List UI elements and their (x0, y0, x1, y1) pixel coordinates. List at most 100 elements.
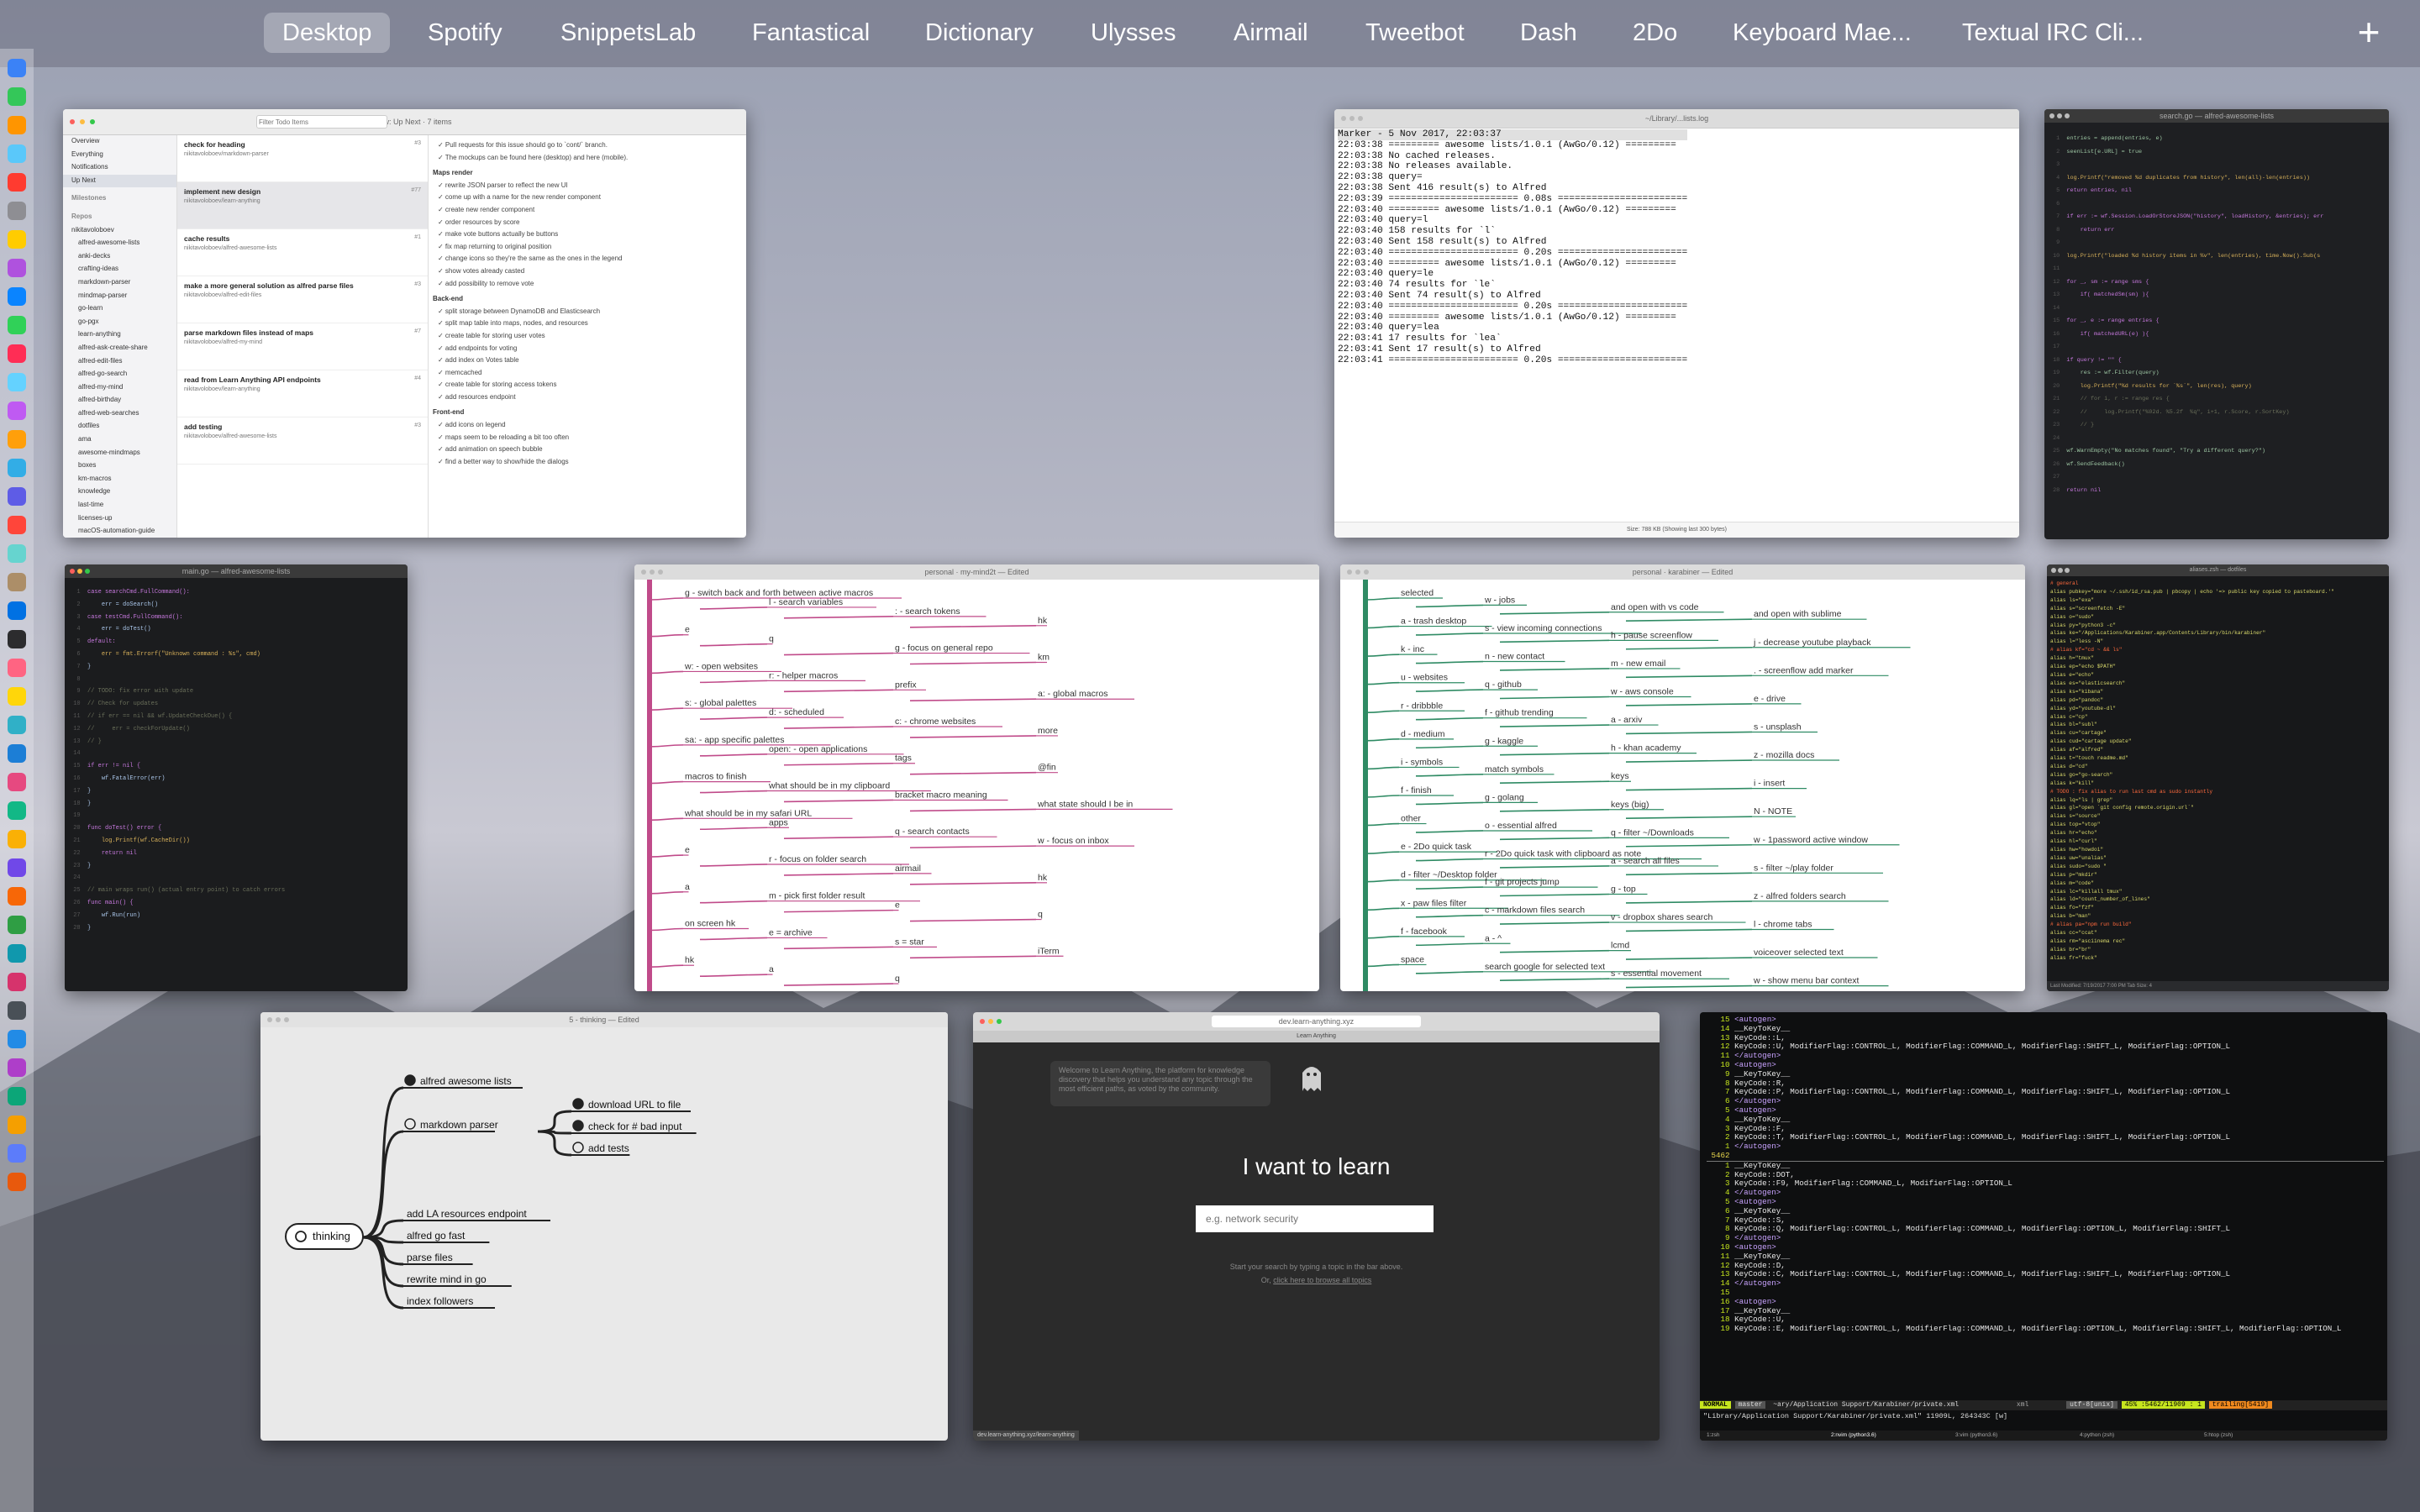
mindmap-node[interactable]: d: - scheduled (769, 707, 824, 717)
mindmap-node[interactable]: g - golang (1485, 792, 1524, 802)
mindmap-node[interactable]: a: - global macros (1038, 689, 1107, 699)
mindmap-node[interactable]: a - search all files (1611, 856, 1680, 866)
dock-app-icon[interactable] (8, 973, 26, 991)
mindmap-node[interactable]: e - 2Do quick task (1401, 842, 1472, 852)
sidebar-item[interactable]: dotfiles (63, 420, 176, 433)
issue-row[interactable]: implement new design nikitavoloboev/learn… (177, 182, 428, 229)
mindmap-node[interactable]: w - jobs (1484, 595, 1515, 605)
dock-app-icon[interactable] (8, 544, 26, 563)
space-spotify[interactable]: Spotify (409, 13, 521, 53)
mindmap-node[interactable]: add LA resources endpoint (407, 1208, 527, 1220)
mindmap-node[interactable]: rewrite mind in go (407, 1273, 487, 1285)
sidebar-item[interactable]: awesome-mindmaps (63, 447, 176, 460)
sidebar-item[interactable]: Everything (63, 149, 176, 162)
mindmap-node[interactable]: keys (big) (1611, 800, 1649, 810)
window-titlebar[interactable]: personal · karabiner — Edited (1340, 564, 2025, 580)
mindmap-node[interactable]: voiceover selected text (1754, 948, 1844, 958)
mindmap-node[interactable]: alfred go fast (407, 1230, 466, 1242)
dock-app-icon[interactable] (8, 659, 26, 677)
mindmap-node[interactable]: q (895, 974, 900, 984)
dock-app-icon[interactable] (8, 744, 26, 763)
dock-app-icon[interactable] (8, 144, 26, 163)
mindmap-node[interactable]: w - focus on inbox (1037, 836, 1109, 846)
dock-app-icon[interactable] (8, 1144, 26, 1163)
mindmap-node[interactable]: g - top (1611, 885, 1636, 895)
mindmap-node[interactable]: w - show menu bar context (1753, 976, 1860, 986)
space-tweetbot[interactable]: Tweetbot (1347, 13, 1483, 53)
mindmap-node[interactable]: open: - open applications (769, 744, 867, 754)
code-area[interactable]: 1 entries = append(entries, e) 2 seenLis… (2049, 133, 2387, 497)
mindmap-node[interactable]: h - pause screenflow (1611, 630, 1692, 640)
space-airmail[interactable]: Airmail (1215, 13, 1327, 53)
mindmap-node[interactable]: w - 1password active window (1753, 835, 1868, 845)
sidebar-item[interactable]: anki-decks (63, 250, 176, 264)
mindmap-node[interactable]: m - pick first folder result (769, 891, 865, 901)
mindmap-node[interactable]: g - kaggle (1485, 736, 1523, 746)
mindmap-node[interactable]: . - screenflow add marker (1754, 665, 1854, 675)
mindmap-node[interactable]: airmail (895, 864, 921, 874)
window-vim-aliases[interactable]: aliases.zsh — dotfiles # general alias pu… (2047, 564, 2389, 991)
mindmap-node[interactable]: a - ^ (1485, 933, 1502, 943)
tmux-window[interactable]: 4:python (zsh) (2073, 1431, 2197, 1441)
sidebar-item[interactable]: alfred-ask-create-share (63, 342, 176, 355)
sidebar-item[interactable]: Up Next (63, 174, 176, 188)
mindmap-node[interactable]: a - trash desktop (1401, 617, 1466, 627)
sidebar-item[interactable]: go-pgx (63, 316, 176, 329)
window-titlebar[interactable]: aliases.zsh — dotfiles (2047, 564, 2389, 576)
space-textual-irc[interactable]: Textual IRC Cli... (1944, 13, 2162, 53)
dock-app-icon[interactable] (8, 801, 26, 820)
mindmap-node[interactable]: km (1038, 653, 1050, 663)
checklist-item[interactable]: ✓ add index on Votes table (433, 354, 741, 367)
code-area[interactable]: 1 case searchCmd.FullCommand(): 2 err = … (70, 586, 406, 934)
mindmap-node[interactable]: apps (769, 817, 788, 827)
space-ulysses[interactable]: Ulysses (1072, 13, 1195, 53)
checklist-item[interactable]: ✓ Pull requests for this issue should go… (433, 139, 741, 152)
mindmap-node[interactable]: s - filter ~/play folder (1754, 863, 1833, 873)
mindmap-node[interactable]: k - inc (1401, 644, 1424, 654)
checklist-item[interactable]: ✓ split map table into maps, nodes, and … (433, 318, 741, 330)
dock-app-icon[interactable] (8, 287, 26, 306)
dock-app-icon[interactable] (8, 858, 26, 877)
sidebar-item[interactable]: alfred-web-searches (63, 407, 176, 421)
issue-row[interactable]: read from Learn Anything API endpoints ni… (177, 370, 428, 417)
mindmap-node[interactable]: @fin (1038, 763, 1056, 773)
sidebar-item[interactable]: alfred-my-mind (63, 381, 176, 395)
mindmap-node[interactable]: a (769, 964, 774, 974)
code-area[interactable]: 15 <autogen> 14 __KeyToKey__ 13 KeyCode:… (1707, 1016, 2384, 1400)
dock-app-icon[interactable] (8, 716, 26, 734)
dock-app-icon[interactable] (8, 1030, 26, 1048)
browser-toolbar[interactable]: dev.learn-anything.xyz (973, 1012, 1660, 1031)
dock-app-icon[interactable] (8, 516, 26, 534)
dock-app-icon[interactable] (8, 487, 26, 506)
sidebar-item[interactable]: last-time (63, 499, 176, 512)
mindmap-node[interactable]: alfred awesome lists (420, 1075, 512, 1087)
dock-app-icon[interactable] (8, 344, 26, 363)
mindmap-node[interactable]: prefix (895, 680, 917, 690)
mindmap-node[interactable]: q - search contacts (895, 827, 970, 837)
dock-app-icon[interactable] (8, 1087, 26, 1105)
sidebar-item[interactable]: macOS-automation-guide (63, 525, 176, 538)
mindmap-node[interactable]: o - essential alfred (1485, 821, 1557, 831)
window-titlebar[interactable]: main.go — alfred-awesome-lists (65, 564, 408, 578)
space-snippetslab[interactable]: SnippetsLab (542, 13, 714, 53)
window-mindmap-personal[interactable]: personal · my-mind2t — Edited g - switch… (634, 564, 1319, 991)
mindmap-node[interactable]: x - paw files filter (1401, 898, 1467, 908)
checklist-item[interactable]: ✓ maps seem to be reloading a bit too of… (433, 432, 741, 444)
checklist-item[interactable]: ✓ come up with a name for the new render… (433, 192, 741, 204)
checklist-item[interactable]: ✓ find a better way to show/hide the dia… (433, 456, 741, 469)
space-keyboard-maestro[interactable]: Keyboard Mae... (1714, 13, 1930, 53)
window-titlebar[interactable]: search.go — alfred-awesome-lists (2044, 109, 2389, 123)
mindmap-node[interactable]: q (1038, 910, 1043, 920)
mindmap-node[interactable]: r - dribbble (1401, 701, 1443, 711)
checklist-item[interactable]: ✓ split storage between DynamoDB and Ela… (433, 306, 741, 318)
mindmap-node[interactable]: and open with vs code (1611, 602, 1699, 612)
mindmap-node[interactable]: s - view incoming connections (1485, 623, 1602, 633)
mindmap-node[interactable]: macros to finish (685, 772, 747, 782)
issue-row[interactable]: cache results nikitavoloboev/alfred-aweso… (177, 229, 428, 276)
sidebar-item[interactable]: Notifications (63, 161, 176, 175)
mindmap-node[interactable]: i - symbols (1401, 757, 1443, 767)
add-space-button[interactable]: + (2348, 12, 2390, 54)
tmux-window[interactable]: 5:htop (zsh) (2197, 1431, 2322, 1441)
mindmap-node[interactable]: f - git projects jump (1485, 877, 1560, 887)
dock-app-icon[interactable] (8, 116, 26, 134)
